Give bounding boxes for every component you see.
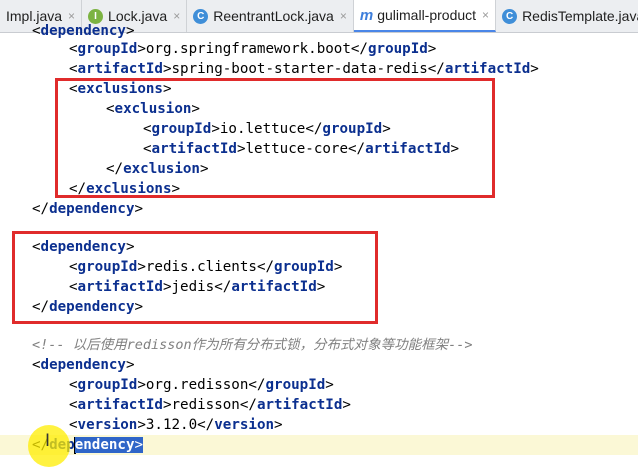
- code-line: <artifactId>spring-boot-starter-data-red…: [69, 61, 539, 77]
- xml-comment: <!-- 以后使用redisson作为所有分布式锁，分布式对象等功能框架-->: [32, 337, 473, 353]
- code-line: <groupId>org.redisson</groupId>: [69, 377, 334, 393]
- text-cursor-icon: I: [45, 431, 51, 451]
- maven-icon: m: [359, 6, 374, 24]
- current-line: </dependency>: [0, 435, 638, 455]
- code-line: <dependency>: [32, 23, 135, 39]
- code-line: </dependency>: [32, 201, 144, 217]
- exclusions-highlight-box: [55, 78, 495, 198]
- selected-text: endency: [74, 437, 135, 453]
- tab-reentrantlock-java[interactable]: C ReentrantLock.java ×: [187, 0, 354, 32]
- close-icon[interactable]: ×: [173, 9, 180, 23]
- code-line: <artifactId>redisson</artifactId>: [69, 397, 351, 413]
- code-line: <groupId>org.springframework.boot</group…: [69, 41, 437, 57]
- close-icon[interactable]: ×: [340, 9, 347, 23]
- close-icon[interactable]: ×: [482, 8, 489, 22]
- tab-label: ReentrantLock.java: [213, 8, 334, 24]
- code-line: <version>3.12.0</version>: [69, 417, 283, 433]
- class-icon: C: [502, 8, 518, 24]
- tab-redistemplate-java[interactable]: C RedisTemplate.java: [496, 0, 638, 32]
- class-icon: C: [193, 8, 209, 24]
- jedis-highlight-box: [12, 231, 378, 324]
- code-editor[interactable]: <dependency> <groupId>org.springframewor…: [0, 23, 638, 472]
- tab-label: gulimall-product: [377, 7, 477, 23]
- code-line: <dependency>: [32, 357, 135, 373]
- tab-label: RedisTemplate.java: [522, 8, 638, 24]
- tab-gulimall-product[interactable]: m gulimall-product ×: [353, 0, 497, 32]
